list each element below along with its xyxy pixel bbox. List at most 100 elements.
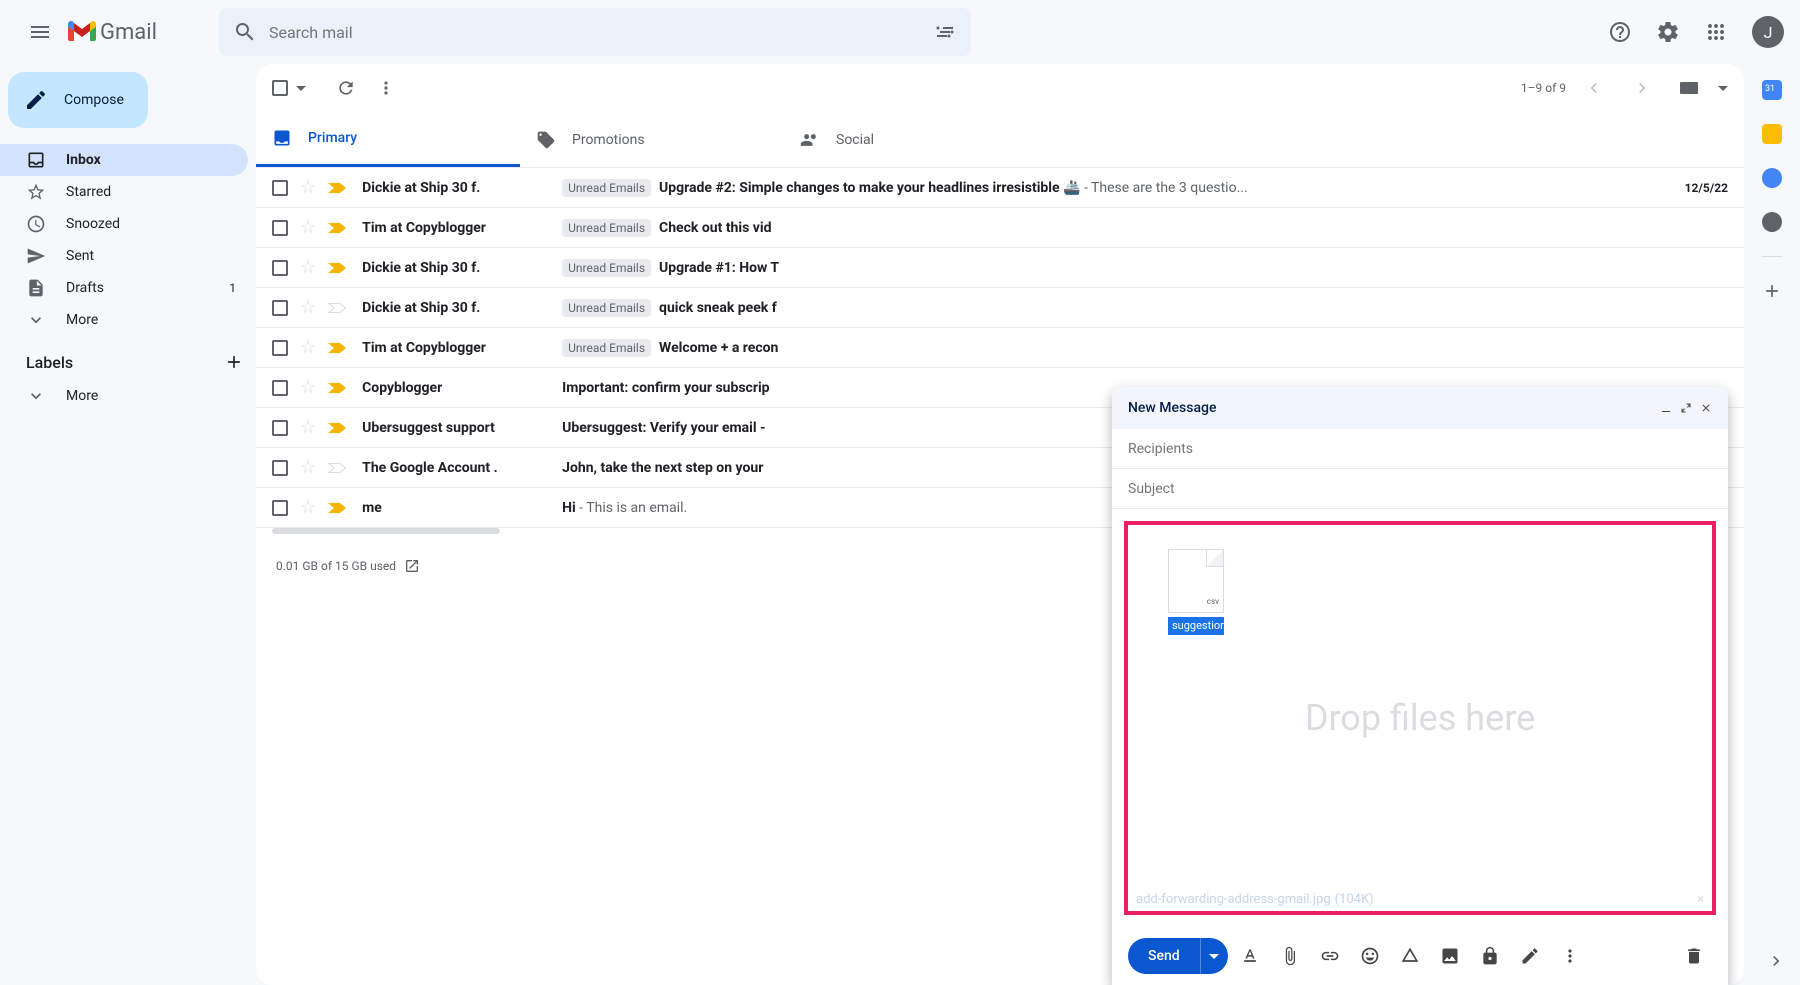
important-icon[interactable] [328, 343, 346, 353]
scrollbar[interactable] [272, 528, 500, 534]
important-icon[interactable] [328, 463, 346, 473]
image-icon[interactable] [1432, 938, 1468, 974]
pencil-icon [24, 88, 48, 112]
label-badge[interactable]: Unread Emails [562, 299, 651, 317]
close-icon[interactable] [1700, 402, 1712, 414]
keep-app-icon[interactable] [1762, 124, 1782, 144]
sender: Dickie at Ship 30 f. [362, 260, 562, 276]
row-checkbox[interactable] [272, 300, 288, 316]
tab-social[interactable]: Social [784, 112, 1048, 167]
send-options-icon[interactable] [1200, 938, 1228, 974]
input-tools-button[interactable] [1670, 68, 1710, 108]
star-icon[interactable]: ☆ [300, 177, 316, 198]
select-dropdown-icon[interactable] [296, 86, 306, 91]
more-options-icon[interactable] [1552, 938, 1588, 974]
row-checkbox[interactable] [272, 180, 288, 196]
fullscreen-icon[interactable] [1680, 402, 1692, 414]
compose-button[interactable]: Compose [8, 72, 148, 128]
subject-field[interactable] [1112, 469, 1728, 509]
compose-window: New Message csv suggestions_ubersuggest.… [1112, 387, 1728, 985]
nav-inbox[interactable]: Inbox [0, 144, 248, 176]
row-checkbox[interactable] [272, 220, 288, 236]
tasks-app-icon[interactable] [1762, 168, 1782, 188]
important-icon[interactable] [328, 423, 346, 433]
drive-icon[interactable] [1392, 938, 1428, 974]
label-badge[interactable]: Unread Emails [562, 179, 651, 197]
refresh-button[interactable] [326, 68, 366, 108]
search-input[interactable] [269, 23, 933, 42]
drop-zone[interactable]: csv suggestions_ubersuggest...limit.csv … [1124, 521, 1716, 915]
important-icon[interactable] [328, 383, 346, 393]
important-icon[interactable] [328, 303, 346, 313]
label-badge[interactable]: Unread Emails [562, 259, 651, 277]
remove-attachment-icon[interactable]: × [1697, 892, 1704, 907]
row-checkbox[interactable] [272, 420, 288, 436]
nav-drafts[interactable]: Drafts1 [0, 272, 248, 304]
sender: Ubersuggest support [362, 420, 562, 436]
support-button[interactable] [1600, 12, 1640, 52]
important-icon[interactable] [328, 183, 346, 193]
nav-starred[interactable]: Starred [0, 176, 248, 208]
add-addon-icon[interactable] [1762, 281, 1782, 301]
attachment-name[interactable]: add-forwarding-address-gmail.jpg [1136, 892, 1331, 907]
main-menu-button[interactable] [16, 8, 64, 56]
row-checkbox[interactable] [272, 500, 288, 516]
apps-button[interactable] [1696, 12, 1736, 52]
input-tools-dropdown-icon[interactable] [1718, 86, 1728, 91]
open-external-icon[interactable] [404, 558, 420, 574]
account-avatar[interactable]: J [1752, 16, 1784, 48]
label-badge[interactable]: Unread Emails [562, 219, 651, 237]
star-icon[interactable]: ☆ [300, 417, 316, 438]
email-row[interactable]: ☆Tim at CopybloggerUnread EmailsWelcome … [256, 328, 1744, 368]
star-icon[interactable]: ☆ [300, 337, 316, 358]
label-badge[interactable]: Unread Emails [562, 339, 651, 357]
row-checkbox[interactable] [272, 460, 288, 476]
clock-icon [26, 214, 46, 234]
star-icon[interactable]: ☆ [300, 497, 316, 518]
search-options-icon[interactable] [933, 20, 957, 44]
labels-more[interactable]: More [0, 380, 248, 412]
important-icon[interactable] [328, 223, 346, 233]
tab-primary[interactable]: Primary [256, 112, 520, 167]
star-icon[interactable]: ☆ [300, 217, 316, 238]
nav-snoozed[interactable]: Snoozed [0, 208, 248, 240]
send-button[interactable]: Send [1128, 938, 1228, 974]
row-checkbox[interactable] [272, 380, 288, 396]
tab-promotions[interactable]: Promotions [520, 112, 784, 167]
attach-icon[interactable] [1272, 938, 1308, 974]
row-checkbox[interactable] [272, 260, 288, 276]
star-icon[interactable]: ☆ [300, 297, 316, 318]
expand-panel-button[interactable] [1756, 941, 1796, 981]
search-bar[interactable] [219, 8, 971, 56]
format-icon[interactable] [1232, 938, 1268, 974]
nav-sent[interactable]: Sent [0, 240, 248, 272]
recipients-field[interactable] [1112, 429, 1728, 469]
row-checkbox[interactable] [272, 340, 288, 356]
star-icon[interactable]: ☆ [300, 257, 316, 278]
star-icon[interactable]: ☆ [300, 377, 316, 398]
signature-icon[interactable] [1512, 938, 1548, 974]
select-all-checkbox[interactable] [272, 80, 288, 96]
calendar-app-icon[interactable]: 31 [1762, 80, 1782, 100]
minimize-icon[interactable] [1660, 402, 1672, 414]
email-row[interactable]: ☆Tim at CopybloggerUnread EmailsCheck ou… [256, 208, 1744, 248]
email-row[interactable]: ☆Dickie at Ship 30 f.Unread EmailsUpgrad… [256, 248, 1744, 288]
next-page-button[interactable] [1622, 68, 1662, 108]
link-icon[interactable] [1312, 938, 1348, 974]
gmail-icon [68, 21, 96, 43]
nav-more[interactable]: More [0, 304, 248, 336]
important-icon[interactable] [328, 263, 346, 273]
email-row[interactable]: ☆Dickie at Ship 30 f.Unread EmailsUpgrad… [256, 168, 1744, 208]
contacts-app-icon[interactable] [1762, 212, 1782, 232]
important-icon[interactable] [328, 503, 346, 513]
discard-draft-icon[interactable] [1676, 938, 1712, 974]
settings-button[interactable] [1648, 12, 1688, 52]
star-icon[interactable]: ☆ [300, 457, 316, 478]
emoji-icon[interactable] [1352, 938, 1388, 974]
add-label-icon[interactable] [224, 352, 244, 372]
prev-page-button[interactable] [1574, 68, 1614, 108]
gmail-logo[interactable]: Gmail [68, 20, 157, 45]
more-button[interactable] [366, 68, 406, 108]
email-row[interactable]: ☆Dickie at Ship 30 f.Unread Emailsquick … [256, 288, 1744, 328]
confidential-icon[interactable] [1472, 938, 1508, 974]
